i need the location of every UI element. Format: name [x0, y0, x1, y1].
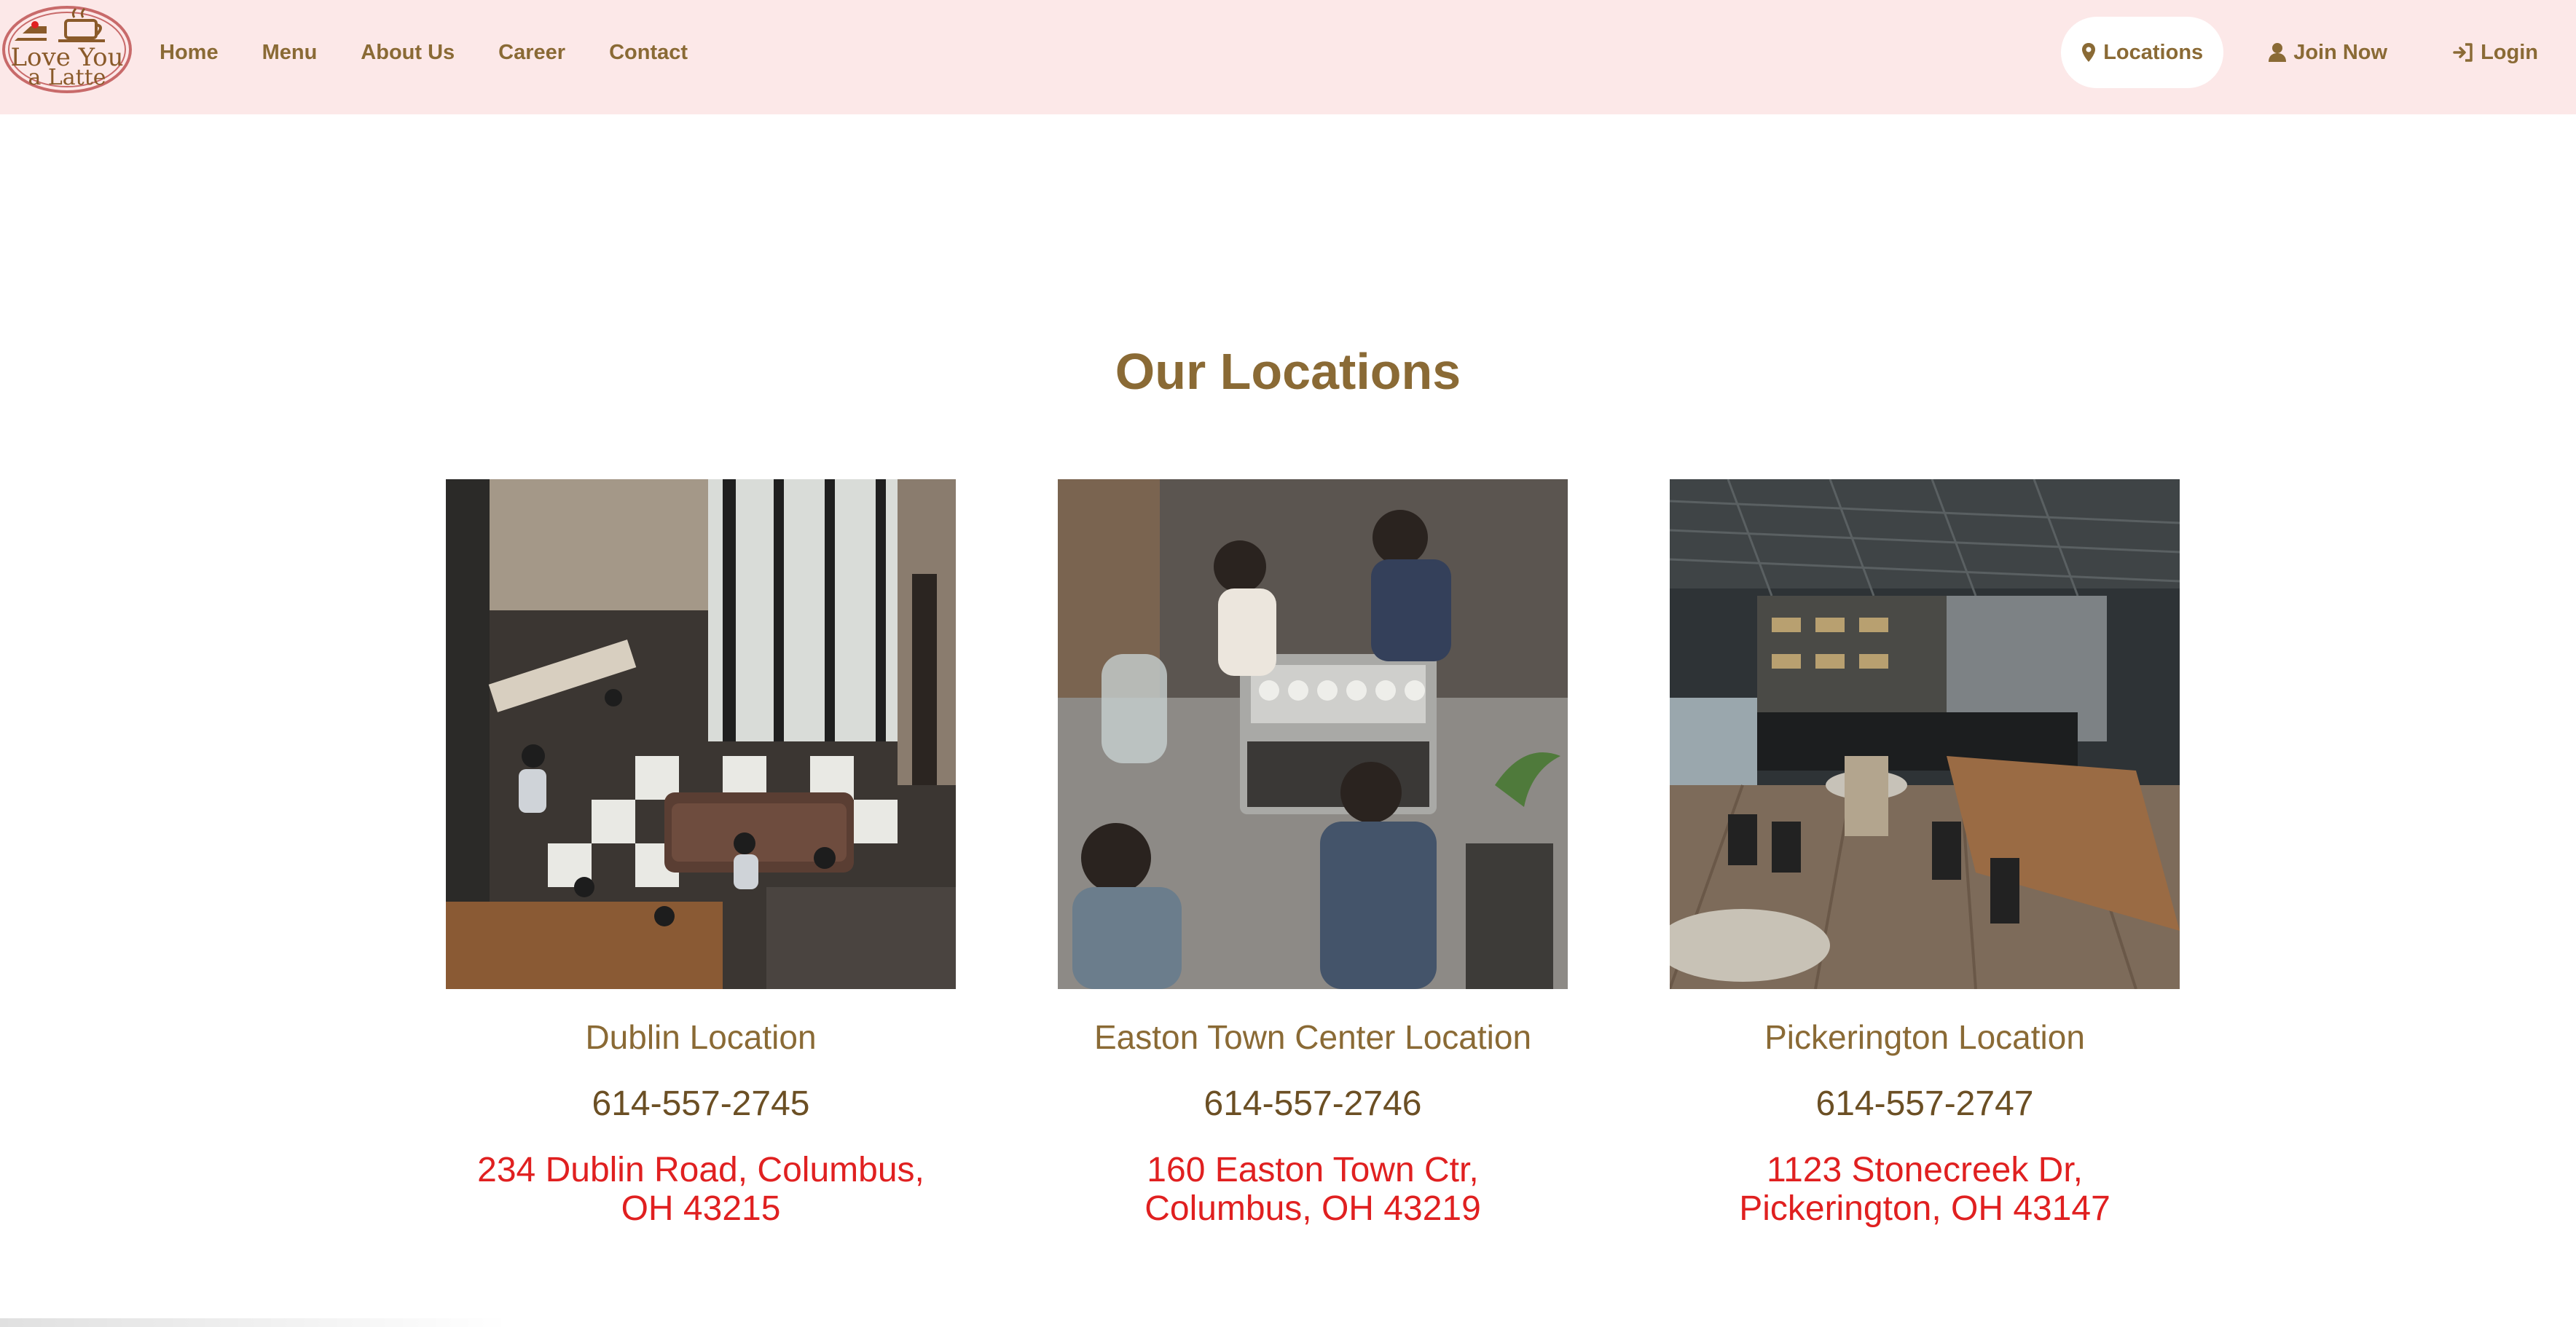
account-nav: Locations Join Now Login — [2061, 0, 2560, 105]
nav-login-label: Login — [2481, 40, 2538, 64]
nav-about-us-link[interactable]: About Us — [361, 41, 455, 65]
location-name: Easton Town Center Location — [1093, 1018, 1532, 1056]
address-line-2: Columbus, OH 43219 — [1144, 1189, 1481, 1228]
location-phone[interactable]: 614-557-2745 — [446, 1084, 956, 1125]
location-address[interactable]: 1123 Stonecreek Dr, Pickerington, OH 431… — [1677, 1151, 2172, 1228]
location-address[interactable]: 234 Dublin Road, Columbus, OH 43215 — [453, 1151, 949, 1228]
location-phone[interactable]: 614-557-2746 — [1058, 1084, 1568, 1125]
top-navbar: Love You a Latte Home Menu About Us Care… — [0, 0, 2576, 114]
svg-text:a Latte: a Latte — [28, 65, 106, 90]
location-card-dublin: Dublin Location 614-557-2745 234 Dublin … — [446, 479, 956, 1228]
primary-nav: Home Menu About Us Career Contact — [160, 0, 688, 105]
pickerington-cafe-photo — [1670, 479, 2180, 989]
nav-home-link[interactable]: Home — [160, 41, 219, 65]
horizontal-scroll-shadow — [0, 1318, 510, 1327]
address-line-1: 160 Easton Town Ctr, — [1147, 1151, 1479, 1189]
location-phone[interactable]: 614-557-2747 — [1670, 1084, 2180, 1125]
nav-locations-label: Locations — [2103, 40, 2204, 64]
location-card-easton: Easton Town Center Location 614-557-2746… — [1058, 479, 1568, 1228]
user-icon — [2269, 43, 2287, 62]
location-name: Dublin Location — [585, 1018, 817, 1056]
nav-login-link[interactable]: Login — [2431, 17, 2560, 88]
nav-join-now-label: Join Now — [2293, 40, 2388, 64]
brand-logo[interactable]: Love You a Latte — [1, 4, 133, 95]
location-address[interactable]: 160 Easton Town Ctr, Columbus, OH 43219 — [1065, 1151, 1560, 1228]
address-line-1: 234 Dublin Road, Columbus, — [477, 1151, 924, 1189]
address-line-2: Pickerington, OH 43147 — [1739, 1189, 2110, 1228]
nav-career-link[interactable]: Career — [498, 41, 565, 65]
map-pin-icon — [2082, 43, 2096, 62]
login-icon — [2453, 43, 2473, 62]
nav-locations-link[interactable]: Locations — [2061, 17, 2224, 88]
nav-contact-link[interactable]: Contact — [609, 41, 688, 65]
address-line-1: 1123 Stonecreek Dr, — [1766, 1151, 2084, 1189]
nav-join-now-link[interactable]: Join Now — [2247, 17, 2409, 88]
location-card-pickerington: Pickerington Location 614-557-2747 1123 … — [1670, 479, 2180, 1228]
address-line-2: OH 43215 — [621, 1189, 781, 1228]
nav-menu-link[interactable]: Menu — [262, 41, 318, 65]
location-name: Pickerington Location — [1764, 1018, 2085, 1056]
page-title: Our Locations — [1115, 343, 1461, 400]
easton-cafe-photo — [1058, 479, 1568, 989]
dublin-cafe-photo — [446, 479, 956, 989]
